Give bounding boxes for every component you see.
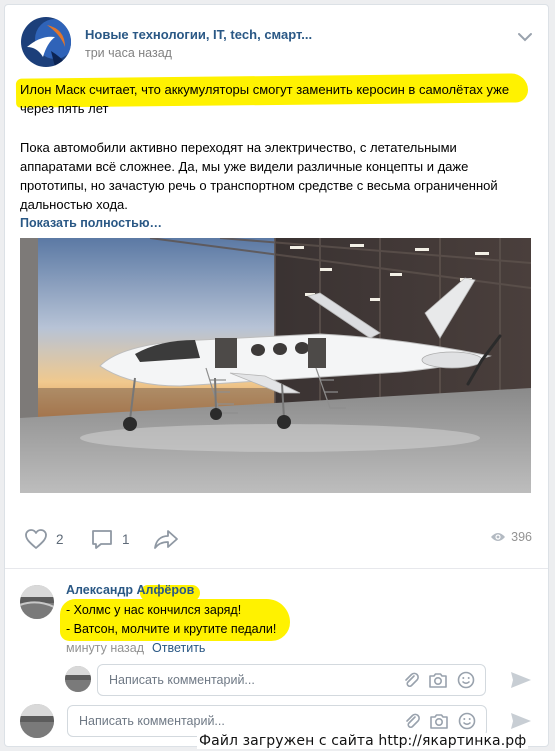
paperclip-icon[interactable] bbox=[403, 671, 419, 689]
post-card: Новые технологии, IT, tech, смарт... три… bbox=[4, 4, 549, 747]
comment-count: 1 bbox=[122, 531, 130, 547]
comment-text: - Холмс у нас кончился заряд! - Ватсон, … bbox=[66, 601, 276, 639]
comment-line-1: - Холмс у нас кончился заряд! bbox=[66, 603, 242, 617]
post-actions: 2 1 396 bbox=[20, 526, 532, 552]
group-avatar[interactable] bbox=[21, 17, 71, 67]
comment-item: Александр Алфёров - Холмс у нас кончился… bbox=[20, 583, 532, 655]
reply-link[interactable]: Ответить bbox=[152, 641, 205, 655]
commenter-avatar[interactable] bbox=[20, 585, 54, 619]
view-counter: 396 bbox=[490, 530, 532, 544]
user-avatar bbox=[65, 666, 91, 692]
user-avatar bbox=[20, 704, 54, 738]
watermark-text: Файл загружен с сайта http://якартинка.р… bbox=[197, 733, 529, 749]
comment-button[interactable]: 1 bbox=[90, 526, 130, 552]
reply-input-placeholder: Написать комментарий... bbox=[109, 673, 255, 687]
like-count: 2 bbox=[56, 531, 64, 547]
post-time[interactable]: три часа назад bbox=[85, 46, 172, 60]
reply-input-placeholder: Написать комментарий... bbox=[79, 714, 225, 728]
view-count: 396 bbox=[511, 530, 532, 544]
like-button[interactable]: 2 bbox=[24, 526, 64, 552]
paperclip-icon[interactable] bbox=[404, 712, 420, 730]
post-text: Илон Маск считает, что аккумуляторы смог… bbox=[20, 80, 530, 233]
share-button[interactable] bbox=[153, 526, 179, 552]
reply-row-1: Написать комментарий... bbox=[65, 664, 532, 696]
comments-divider bbox=[5, 568, 548, 569]
eye-icon bbox=[491, 533, 506, 541]
post-photo-airplane[interactable] bbox=[20, 238, 531, 493]
post-headline-highlight: Илон Маск считает, что аккумуляторы смог… bbox=[20, 80, 530, 118]
comment-line-2: - Ватсон, молчите и крутите педали! bbox=[66, 622, 277, 636]
show-more-link[interactable]: Показать полностью… bbox=[20, 214, 530, 233]
send-icon[interactable] bbox=[510, 670, 532, 690]
group-name-link[interactable]: Новые технологии, IT, tech, смарт... bbox=[85, 27, 312, 42]
comment-meta: минуту назад Ответить bbox=[66, 641, 205, 655]
smile-icon[interactable] bbox=[457, 671, 475, 689]
post-body: Пока автомобили активно переходят на эле… bbox=[20, 140, 498, 212]
share-icon bbox=[154, 530, 178, 549]
reply-input-1[interactable]: Написать комментарий... bbox=[97, 664, 486, 696]
post-headline: Илон Маск считает, что аккумуляторы смог… bbox=[20, 82, 510, 116]
smile-icon[interactable] bbox=[458, 712, 476, 730]
comment-time[interactable]: минуту назад bbox=[66, 641, 144, 655]
chevron-down-icon[interactable] bbox=[517, 31, 533, 42]
camera-icon[interactable] bbox=[429, 712, 449, 730]
send-icon[interactable] bbox=[510, 711, 532, 731]
post-header: Новые технологии, IT, tech, смарт... три… bbox=[21, 17, 533, 67]
comment-author-link[interactable]: Александр Алфёров bbox=[66, 583, 194, 597]
comment-icon bbox=[92, 530, 112, 549]
camera-icon[interactable] bbox=[428, 671, 448, 689]
heart-icon bbox=[25, 529, 47, 549]
